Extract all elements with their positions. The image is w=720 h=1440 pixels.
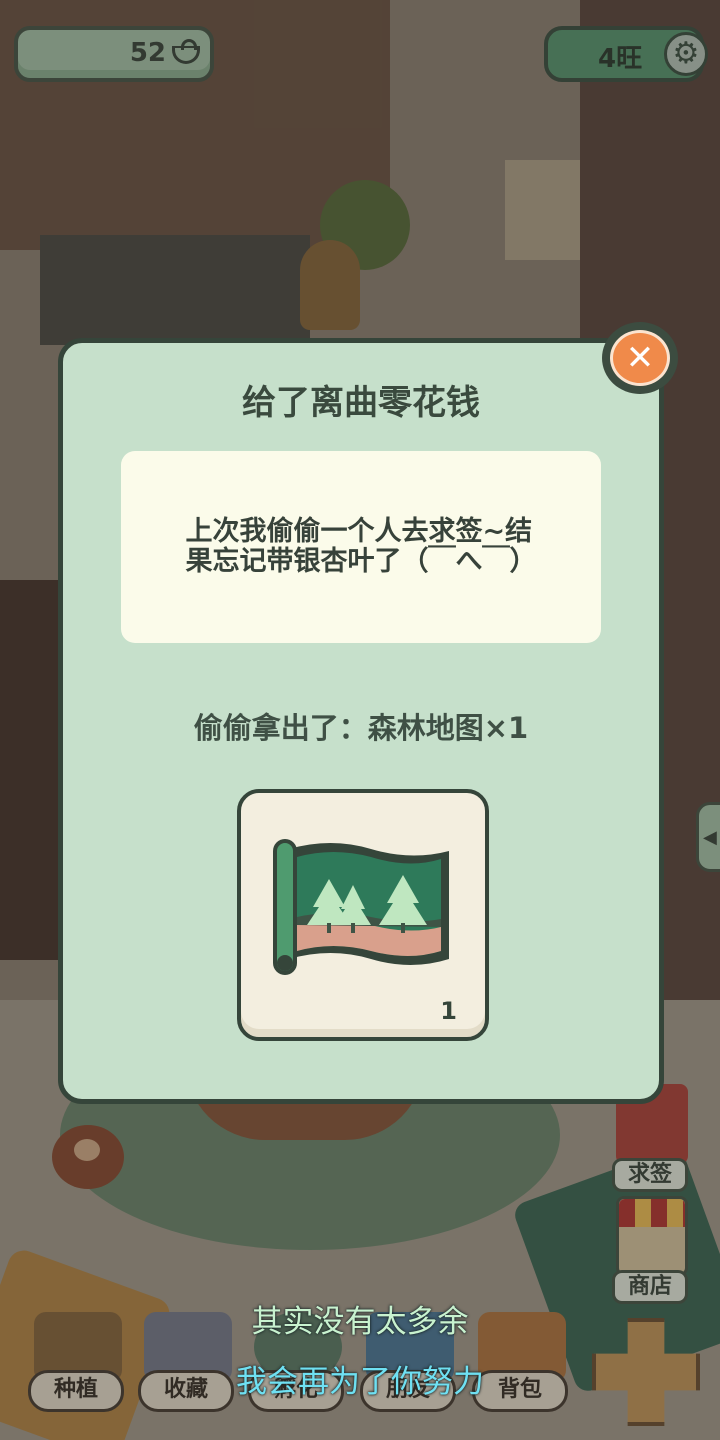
lyric-line-2: 我会再为了你努力 (236, 1364, 484, 1400)
lyric-line-1: 其实没有太多余 (251, 1304, 469, 1340)
forest-map-icon (273, 839, 449, 975)
reward-item-card[interactable]: 1 (237, 789, 489, 1041)
reward-text: 偷偷拿出了：森林地图×1 (193, 711, 529, 745)
message-line-2: 果忘记带银杏叶了（￣へ￣） (185, 546, 537, 577)
message-text: 上次我偷偷一个人去求签~结 果忘记带银杏叶了（￣へ￣） (185, 515, 537, 577)
message-line-1: 上次我偷偷一个人去求签~结 (185, 515, 533, 547)
close-icon: ✕ (610, 330, 670, 386)
message-box: 上次我偷偷一个人去求签~结 果忘记带银杏叶了（￣へ￣） (121, 451, 601, 643)
item-count: 1 (440, 997, 457, 1025)
dialog-title: 给了离曲零花钱 (242, 383, 480, 423)
gift-dialog: 给了离曲零花钱 上次我偷偷一个人去求签~结 果忘记带银杏叶了（￣へ￣） 偷偷拿出… (58, 338, 664, 1104)
close-button[interactable]: ✕ (602, 322, 678, 394)
